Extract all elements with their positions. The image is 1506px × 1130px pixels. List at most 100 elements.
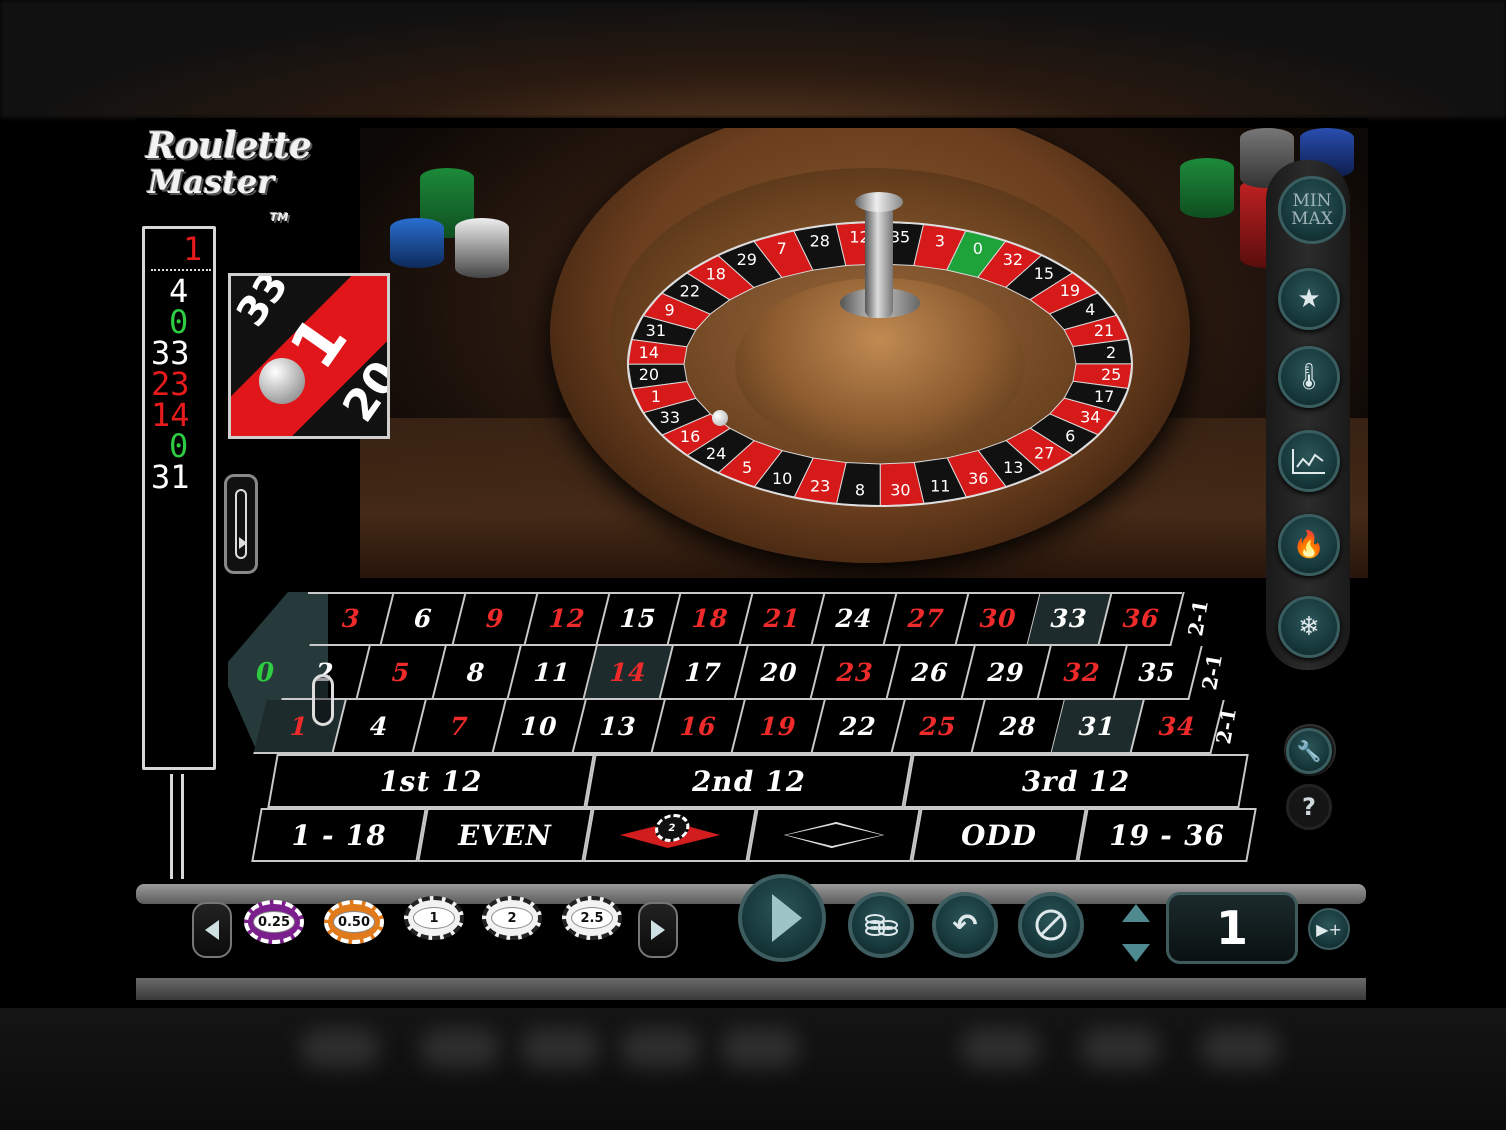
wheel-pocket-number: 17 xyxy=(1094,387,1114,406)
bet-number-35[interactable]: 35 xyxy=(1113,646,1203,700)
wheel-pocket-number: 5 xyxy=(742,458,752,477)
bet-number-24[interactable]: 24 xyxy=(812,592,898,646)
board-top-border xyxy=(308,592,1182,594)
chip-2[interactable]: 2 xyxy=(482,896,542,940)
hot-cold-button[interactable]: 🌡 xyxy=(1278,346,1340,408)
wheel-pocket-number: 21 xyxy=(1094,321,1114,340)
bet-number-5[interactable]: 5 xyxy=(356,646,447,700)
chip-0.50[interactable]: 0.50 xyxy=(324,900,384,944)
bet-black[interactable] xyxy=(747,808,921,862)
bet-column-2[interactable]: 2-1 xyxy=(1197,652,1227,692)
bet-dozen-2[interactable]: 2nd 12 xyxy=(585,754,913,808)
wheel-pocket-number: 3 xyxy=(935,231,945,250)
bet-number-36[interactable]: 36 xyxy=(1099,592,1185,646)
bet-number-19[interactable]: 19 xyxy=(732,700,826,754)
chips-prev-button[interactable] xyxy=(192,902,232,958)
bet-number-23[interactable]: 23 xyxy=(810,646,901,700)
chip-1[interactable]: 1 xyxy=(404,896,464,940)
history-separator xyxy=(151,269,211,271)
bet-number-16[interactable]: 16 xyxy=(652,700,746,754)
chip-0.25[interactable]: 0.25 xyxy=(244,900,304,944)
bet-number-3[interactable]: 3 xyxy=(309,592,395,646)
bet-multiplier-display: 1 xyxy=(1166,892,1298,964)
control-bar-bottom xyxy=(136,978,1366,1000)
bet-number-6[interactable]: 6 xyxy=(381,592,467,646)
bet-number-9[interactable]: 9 xyxy=(452,592,539,646)
wheel-pocket-number: 28 xyxy=(810,231,830,250)
bet-dozen-1[interactable]: 1st 12 xyxy=(267,754,595,808)
bet-dozen-3[interactable]: 3rd 12 xyxy=(903,754,1249,808)
wheel-pocket-number: 18 xyxy=(706,264,726,283)
bet-column-1[interactable]: 2-1 xyxy=(1183,598,1213,638)
bet-1-18[interactable]: 1 - 18 xyxy=(251,808,427,862)
background-blur-bottom xyxy=(0,1008,1506,1130)
bet-column-3[interactable]: 2-1 xyxy=(1211,706,1241,746)
bet-number-21[interactable]: 21 xyxy=(740,592,826,646)
bet-number-17[interactable]: 17 xyxy=(659,646,749,700)
arrow-up-icon xyxy=(1122,904,1150,922)
bet-number-10[interactable]: 10 xyxy=(492,700,587,754)
chip-2.5[interactable]: 2.5 xyxy=(562,896,622,940)
chevron-right-icon xyxy=(651,920,665,940)
bet-even[interactable]: EVEN xyxy=(417,808,593,862)
bet-number-28[interactable]: 28 xyxy=(971,700,1066,754)
bet-number-29[interactable]: 29 xyxy=(962,646,1052,700)
hot-numbers-button[interactable]: 🔥 xyxy=(1278,514,1340,576)
bet-number-26[interactable]: 26 xyxy=(886,646,976,700)
settings-button[interactable]: 🔧 xyxy=(1286,728,1332,774)
game-frame: 28 12 35 3 0 32 15 19 4 21 2 25 17 34 6 27 13 36 11 30 8 23 10… xyxy=(136,118,1368,1008)
undo-button[interactable]: ↶ xyxy=(932,892,998,958)
history-toggle-tab[interactable] xyxy=(224,474,258,574)
bet-number-14[interactable]: 14 xyxy=(583,646,674,700)
rebet-stack-button[interactable] xyxy=(848,892,914,958)
chip-value: 2 xyxy=(491,907,533,929)
spin-button[interactable] xyxy=(738,874,826,962)
bet-number-31[interactable]: 31 xyxy=(1051,700,1145,754)
bet-number-7[interactable]: 7 xyxy=(412,700,507,754)
betting-board: 0 3 6 9 12 15 18 21 24 27 30 33 36 2 5 8 11 14 17 20 23 26 29… xyxy=(228,592,1268,864)
wheel-pocket-number: 11 xyxy=(930,477,950,496)
wheel-pocket-number: 34 xyxy=(1080,408,1100,427)
max-label: MAX xyxy=(1291,209,1333,229)
bet-red[interactable]: 2 xyxy=(583,808,757,862)
bet-number-27[interactable]: 27 xyxy=(883,592,970,646)
help-button[interactable]: ? xyxy=(1286,784,1332,830)
wheel-pocket-number: 4 xyxy=(1085,300,1095,319)
wheel-pocket-number: 0 xyxy=(973,239,983,258)
wheel-pocket-number: 30 xyxy=(890,481,910,500)
bet-number-32[interactable]: 32 xyxy=(1037,646,1128,700)
thermometer-icon: 🌡 xyxy=(1292,362,1326,392)
wheel-pocket-number: 19 xyxy=(1060,281,1080,300)
min-max-button[interactable]: MIN MAX xyxy=(1278,176,1346,244)
bet-number-34[interactable]: 34 xyxy=(1131,700,1225,754)
bet-number-18[interactable]: 18 xyxy=(668,592,754,646)
max-bet-button[interactable]: ▶+ xyxy=(1308,908,1350,950)
statistics-button[interactable] xyxy=(1278,430,1340,492)
bet-number-20[interactable]: 20 xyxy=(735,646,825,700)
wheel-pocket-number: 6 xyxy=(1065,427,1075,446)
favorite-bets-button[interactable]: ★ xyxy=(1278,268,1340,330)
bet-multiplier-stepper[interactable] xyxy=(1116,900,1156,970)
cold-numbers-button[interactable]: ❄ xyxy=(1278,596,1340,658)
clear-bets-button[interactable] xyxy=(1018,892,1084,958)
bet-19-36[interactable]: 19 - 36 xyxy=(1077,808,1257,862)
snowflake-icon: ❄ xyxy=(1298,612,1320,642)
play-icon xyxy=(772,894,802,942)
play-plus-icon: ▶+ xyxy=(1316,919,1342,939)
roulette-wheel-scene: 28 12 35 3 0 32 15 19 4 21 2 25 17 34 6 27 13 36 11 30 8 23 10… xyxy=(360,128,1368,578)
bet-number-22[interactable]: 22 xyxy=(812,700,906,754)
min-label: MIN xyxy=(1292,191,1332,211)
flame-icon: 🔥 xyxy=(1292,530,1326,560)
star-card-icon: ★ xyxy=(1297,284,1321,314)
bet-odd[interactable]: ODD xyxy=(911,808,1087,862)
history-last-result: 1 xyxy=(183,230,203,268)
wheel-pocket-number: 23 xyxy=(810,477,830,496)
bet-number-13[interactable]: 13 xyxy=(572,700,666,754)
bet-number-4[interactable]: 4 xyxy=(333,700,427,754)
chips-next-button[interactable] xyxy=(638,902,678,958)
bet-number-11[interactable]: 11 xyxy=(508,646,598,700)
bet-number-8[interactable]: 8 xyxy=(432,646,522,700)
chip-value: 0.50 xyxy=(333,911,375,933)
bet-number-25[interactable]: 25 xyxy=(891,700,986,754)
wheel-pocket-number: 2 xyxy=(1106,343,1116,362)
